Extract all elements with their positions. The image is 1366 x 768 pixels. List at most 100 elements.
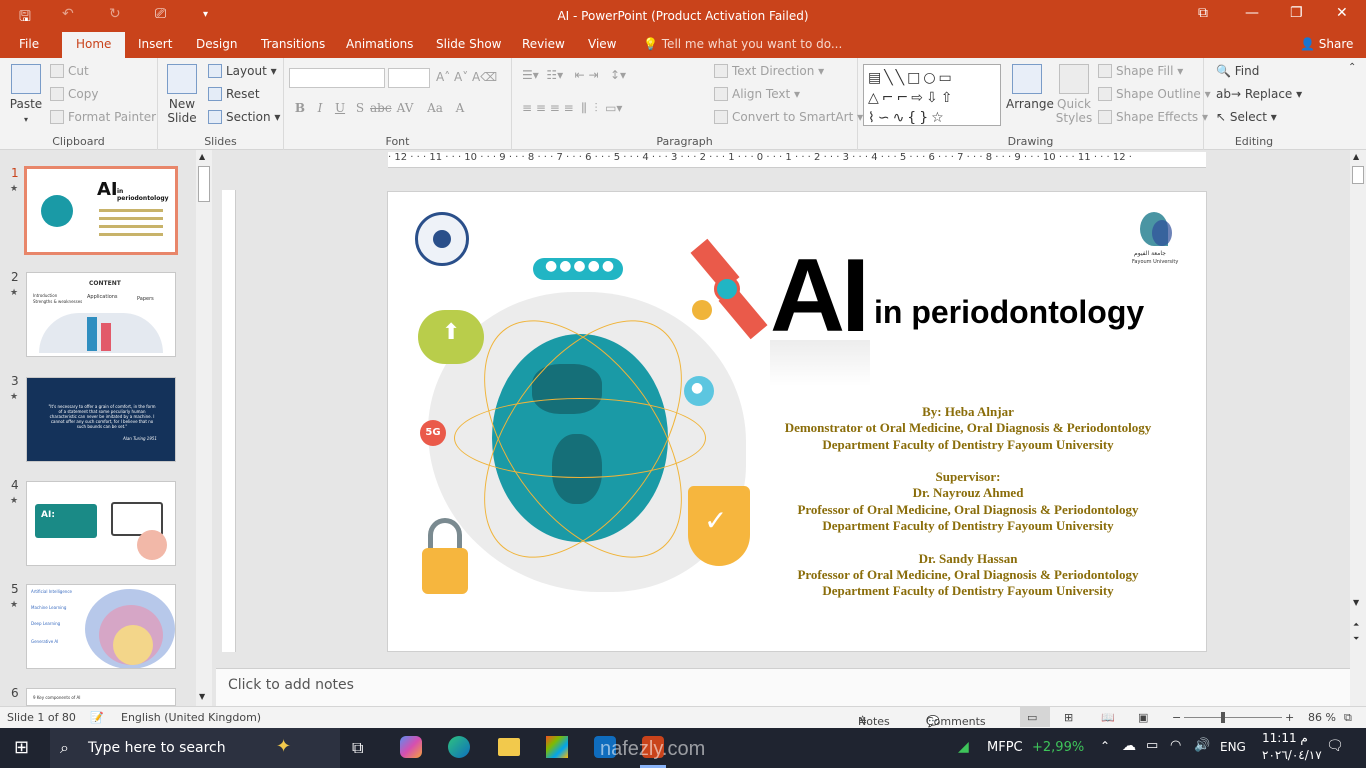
zoom-out-icon[interactable]: − bbox=[1172, 711, 1181, 724]
windows-start-icon[interactable]: ⊞ bbox=[14, 737, 29, 758]
input-language[interactable]: ENG bbox=[1220, 740, 1246, 754]
clock-time[interactable]: 11:11 م bbox=[1262, 731, 1308, 745]
shape-fill-button[interactable]: Shape Fill ▾ bbox=[1098, 64, 1183, 78]
thumbnail-scrollbar[interactable]: ▲ ▼ bbox=[196, 150, 212, 706]
close-button[interactable]: ✕ bbox=[1336, 5, 1348, 21]
text-direction-button[interactable]: Text Direction ▾ bbox=[714, 64, 824, 78]
bold-icon[interactable]: B bbox=[290, 101, 310, 115]
tab-animations[interactable]: Animations bbox=[346, 37, 413, 51]
satellite-icon bbox=[686, 238, 768, 340]
scroll-thumb[interactable] bbox=[1352, 166, 1364, 184]
tell-me-box[interactable]: 💡 Tell me what you want to do... bbox=[643, 37, 842, 51]
copilot-icon[interactable] bbox=[400, 736, 422, 758]
font-size-dropdown[interactable] bbox=[388, 68, 430, 88]
slide-canvas[interactable]: جامعة الفيوم Fayoum University ●●●●● ⬆ 5… bbox=[387, 191, 1207, 652]
slide-thumbnail-1[interactable]: AI in periodontology bbox=[24, 166, 178, 255]
shape-outline-button[interactable]: Shape Outline ▾ bbox=[1098, 87, 1211, 101]
select-button[interactable]: ↖ Select ▾ bbox=[1216, 110, 1277, 124]
italic-icon[interactable]: I bbox=[310, 101, 330, 115]
tab-design[interactable]: Design bbox=[196, 37, 237, 51]
arrange-button[interactable]: Arrange bbox=[1006, 64, 1054, 111]
thumb-item: Papers bbox=[137, 296, 154, 302]
shapes-gallery[interactable]: ▤╲╲□○▭ △⌐⌐⇨⇩⇧ ⌇∽∿{}☆ bbox=[863, 64, 1001, 126]
new-slide-button[interactable]: New Slide bbox=[164, 64, 200, 125]
quick-styles-button[interactable]: Quick Styles bbox=[1054, 64, 1094, 125]
align-buttons[interactable]: ≡ ≡ ≡ ≡ ⫼ ⫶ ▭▾ bbox=[522, 101, 622, 116]
font-name-dropdown[interactable] bbox=[289, 68, 385, 88]
zoom-slider[interactable] bbox=[1184, 717, 1282, 718]
shape-effects-button[interactable]: Shape Effects ▾ bbox=[1098, 110, 1208, 124]
tab-home[interactable]: Home bbox=[62, 32, 126, 58]
cut-button[interactable]: Cut bbox=[50, 64, 89, 78]
scroll-thumb[interactable] bbox=[198, 166, 210, 202]
tab-transitions[interactable]: Transitions bbox=[261, 37, 325, 51]
change-case-icon[interactable]: Aa bbox=[420, 101, 450, 115]
strikethrough-icon[interactable]: abc bbox=[370, 101, 392, 115]
char-spacing-icon[interactable]: AV bbox=[390, 101, 420, 115]
zoom-level[interactable]: 86 % bbox=[1308, 711, 1336, 724]
list-buttons[interactable]: ☰▾ ☷▾ ⇤ ⇥ ↕▾ bbox=[522, 68, 626, 82]
zoom-in-icon[interactable]: + bbox=[1285, 711, 1294, 724]
paste-button[interactable]: Paste ▾ bbox=[8, 64, 44, 125]
scroll-down-icon[interactable]: ▼ bbox=[199, 692, 205, 701]
network-cloud-icon[interactable]: ☁ bbox=[1122, 738, 1136, 754]
tab-review[interactable]: Review bbox=[522, 37, 565, 51]
share-label: Share bbox=[1318, 37, 1354, 51]
clock-date[interactable]: ٢٠٢٦/٠٤/١٧ bbox=[1262, 748, 1322, 762]
tab-file[interactable]: File bbox=[19, 37, 39, 51]
shadow-icon[interactable]: S bbox=[350, 101, 370, 115]
slide-sorter-icon[interactable]: ⊞ bbox=[1064, 711, 1073, 724]
slide-thumbnail-6[interactable]: 9 Key components of AI bbox=[26, 688, 176, 706]
reading-view-icon[interactable]: 📖 bbox=[1101, 711, 1115, 724]
scroll-up-icon[interactable]: ▲ bbox=[199, 152, 205, 161]
edge-icon[interactable] bbox=[448, 736, 470, 758]
scroll-up-icon[interactable]: ▲ bbox=[1353, 152, 1359, 161]
tab-view[interactable]: View bbox=[588, 37, 616, 51]
find-button[interactable]: 🔍 Find bbox=[1216, 64, 1259, 78]
volume-icon[interactable]: 🔊 bbox=[1194, 738, 1210, 753]
slide-thumbnail-5[interactable]: Artificial Intelligence Machine Learning… bbox=[26, 584, 176, 669]
tab-slide-show[interactable]: Slide Show bbox=[436, 37, 501, 51]
wifi-icon[interactable]: ◠ bbox=[1170, 738, 1181, 753]
fit-slide-icon[interactable]: ⧉ bbox=[1344, 711, 1352, 725]
notifications-icon[interactable]: 🗨 bbox=[1326, 738, 1344, 754]
quick-styles-icon bbox=[1059, 64, 1089, 94]
collapse-ribbon-icon[interactable]: ⌃ bbox=[1348, 62, 1356, 73]
prev-slide-icon[interactable]: ⏶ bbox=[1353, 620, 1359, 630]
brush-icon bbox=[50, 110, 64, 124]
replace-button[interactable]: ab→ Replace ▾ bbox=[1216, 87, 1302, 101]
font-color-icon[interactable]: A bbox=[450, 101, 470, 115]
restore-button[interactable]: ❐ bbox=[1290, 5, 1303, 21]
copy-icon bbox=[50, 87, 64, 101]
next-slide-icon[interactable]: ⏷ bbox=[1353, 634, 1359, 644]
effects-icon bbox=[1098, 110, 1112, 124]
format-painter-button[interactable]: Format Painter bbox=[50, 110, 156, 124]
store-icon[interactable] bbox=[546, 736, 568, 758]
spellcheck-icon[interactable]: 📝 bbox=[90, 711, 104, 724]
align-text-button[interactable]: Align Text ▾ bbox=[714, 87, 800, 101]
copy-button[interactable]: Copy bbox=[50, 87, 98, 101]
grow-shrink-font-icons[interactable]: A˄ A˅ A⌫ bbox=[436, 70, 497, 84]
ribbon-display-icon[interactable]: ⧉ bbox=[1198, 5, 1208, 21]
task-view-icon[interactable]: ⧉ bbox=[352, 738, 363, 758]
language-indicator[interactable]: English (United Kingdom) bbox=[121, 711, 261, 724]
slide-thumbnail-3[interactable]: "It's necessary to offer a grain of comf… bbox=[26, 377, 176, 462]
underline-icon[interactable]: U bbox=[330, 101, 350, 115]
layout-button[interactable]: Layout ▾ bbox=[208, 64, 277, 78]
tray-chevron-icon[interactable]: ⌃ bbox=[1100, 739, 1110, 753]
file-explorer-icon[interactable] bbox=[498, 738, 520, 756]
battery-icon[interactable]: ▭ bbox=[1146, 738, 1158, 753]
slide-scrollbar[interactable]: ▲ ▼ ⏶ ⏷ bbox=[1350, 150, 1366, 706]
tab-insert[interactable]: Insert bbox=[138, 37, 172, 51]
scroll-down-icon[interactable]: ▼ bbox=[1353, 598, 1359, 607]
zoom-slider-thumb[interactable] bbox=[1221, 712, 1225, 723]
notes-pane[interactable]: Click to add notes bbox=[216, 668, 1350, 706]
reset-button[interactable]: Reset bbox=[208, 87, 260, 101]
slideshow-icon[interactable]: ▣ bbox=[1138, 711, 1148, 724]
share-button[interactable]: 👤 Share bbox=[1300, 37, 1353, 51]
slide-thumbnail-4[interactable]: AI: bbox=[26, 481, 176, 566]
slide-thumbnail-2[interactable]: CONTENT Introduction Strengths & weaknes… bbox=[26, 272, 176, 357]
convert-smartart-button[interactable]: Convert to SmartArt ▾ bbox=[714, 110, 863, 124]
section-button[interactable]: Section ▾ bbox=[208, 110, 280, 124]
minimize-button[interactable]: — bbox=[1245, 5, 1259, 21]
